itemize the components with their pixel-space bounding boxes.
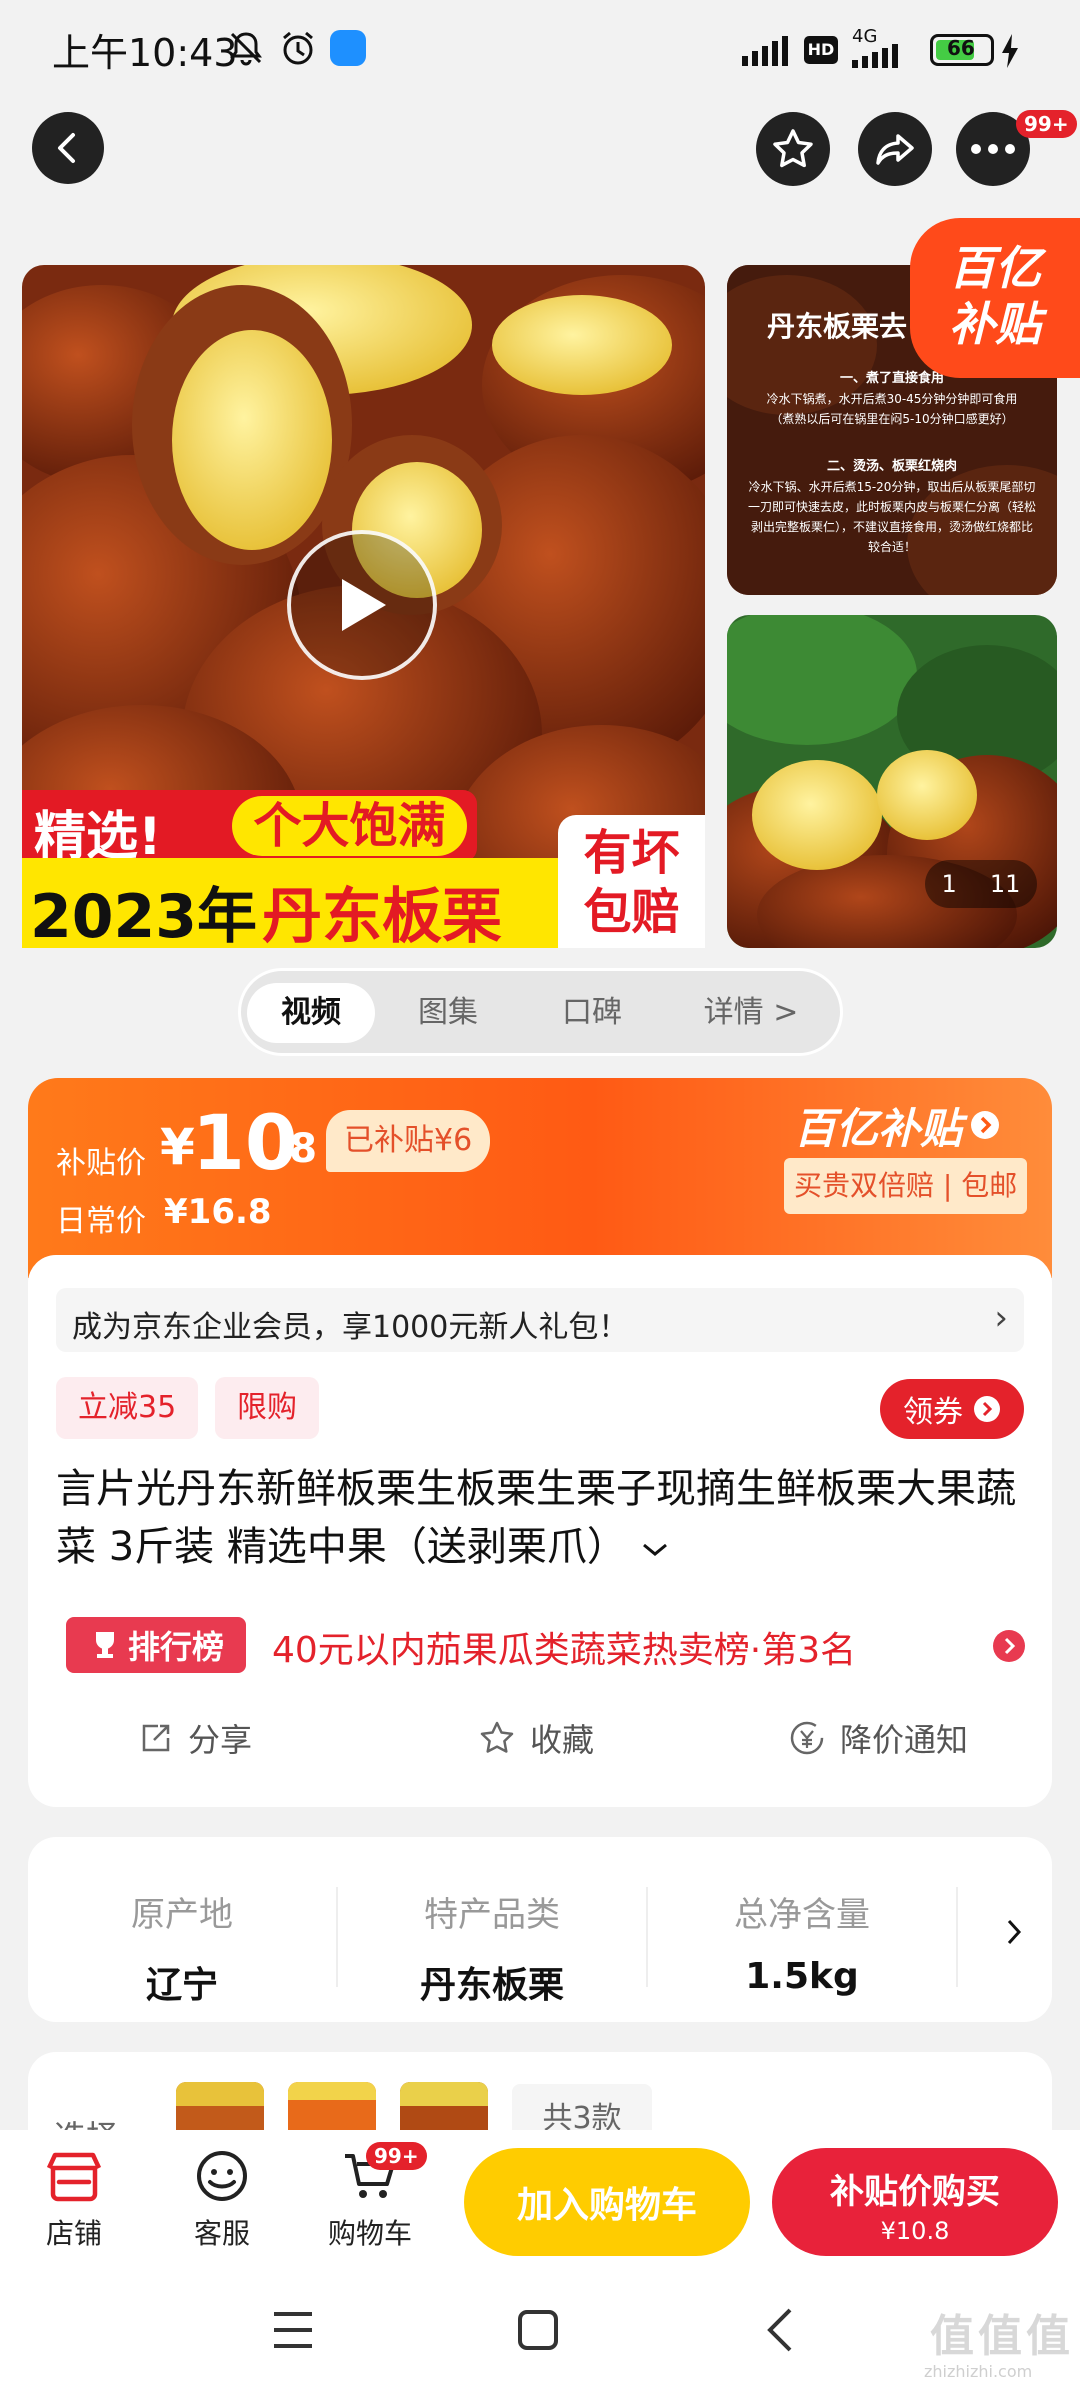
mute-bell-icon	[230, 32, 262, 66]
signal-icon	[742, 36, 788, 66]
guarantee-badge: 买贵双倍赔 | 包邮	[784, 1158, 1028, 1214]
media-tabs: 视频 图集 口碑 详情 >	[238, 968, 843, 1056]
promo-chevron-icon: ›	[994, 1298, 1008, 1338]
tab-gallery[interactable]: 图集	[393, 983, 503, 1043]
hd-badge: HD	[804, 36, 838, 64]
price-alert-action[interactable]: 降价通知	[788, 1715, 968, 1761]
promo-year-text: 2023年	[30, 882, 257, 952]
watermark-url: zhizhizhi.com	[924, 2362, 1033, 2381]
store-icon	[46, 2152, 102, 2202]
specs-chevron-icon	[1007, 1919, 1022, 1945]
product-title[interactable]: 言片光丹东新鲜板栗生板栗生栗子现摘生鲜板栗大果蔬菜 3斤装 精选中果（送剥栗爪）	[56, 1460, 1024, 1576]
enterprise-promo-text: 成为京东企业会员，享1000元新人礼包！	[72, 1310, 629, 1345]
tab-video[interactable]: 视频	[247, 983, 375, 1043]
thumb-1-heading-2: 二、烫汤、板栗红烧肉	[826, 459, 957, 474]
back-button[interactable]	[32, 112, 104, 184]
coupon-label: 领券	[903, 1395, 963, 1430]
ranking-badge: 排行榜	[66, 1617, 246, 1673]
trophy-icon	[95, 1632, 114, 1658]
status-time: 上午10:43	[52, 31, 238, 75]
spec-category: 特产品类 丹东板栗	[338, 1887, 648, 2006]
battery-icon: 66	[930, 34, 994, 66]
price-banner: 补贴价 ¥ 10 .8 已补贴¥6 日常价 ¥16.8 百亿补贴 买贵双倍赔 |…	[28, 1078, 1052, 1278]
guarantee-corner: 有坏 包赔	[558, 815, 705, 948]
chevron-right-icon	[971, 1111, 1000, 1139]
app-notification-icon	[330, 30, 366, 66]
expand-chevron-icon	[642, 1543, 667, 1556]
thumb-1-title: 丹东板栗去	[767, 310, 908, 343]
promo-band-red: 精选! 个大饱满	[22, 790, 477, 867]
menu-icon[interactable]	[272, 2310, 314, 2350]
ranking-text: 40元以内茄果瓜类蔬菜热卖榜·第3名	[272, 1630, 857, 1671]
share-icon	[876, 134, 914, 165]
spec-weight: 总净含量 1.5kg	[648, 1887, 958, 1997]
bottom-action-bar: 店铺 客服 购物车 99+ 加入购物车 补贴价购买 ¥10.8	[0, 2130, 1080, 2270]
price-alert-icon	[790, 1721, 824, 1755]
back-nav-icon[interactable]	[764, 2306, 794, 2354]
home-icon[interactable]	[516, 2308, 560, 2352]
enterprise-promo-bar[interactable]: 成为京东企业会员，享1000元新人礼包！ ›	[56, 1288, 1024, 1352]
image-counter: 1 11	[925, 860, 1037, 908]
tab-reviews[interactable]: 口碑	[537, 983, 647, 1043]
product-info-card: 成为京东企业会员，享1000元新人礼包！ › 立减35 限购 领券 言片光丹东新…	[28, 1255, 1052, 1807]
subsidy-price-label: 补贴价	[56, 1146, 146, 1181]
get-coupon-button[interactable]: 领券	[880, 1379, 1024, 1439]
ranking-row[interactable]: 排行榜 40元以内茄果瓜类蔬菜热卖榜·第3名	[66, 1613, 1026, 1677]
cart-badge: 99+	[366, 2142, 427, 2170]
promo-plump-pill: 个大饱满	[232, 796, 467, 856]
charging-icon	[1002, 34, 1018, 68]
more-dots-icon	[971, 144, 1015, 154]
share-outline-icon	[142, 1724, 170, 1752]
subsidy-brand-link[interactable]: 百亿补贴	[794, 1100, 1000, 1153]
play-icon	[342, 579, 386, 631]
star-icon	[773, 129, 813, 168]
share-action[interactable]: 分享	[138, 1715, 252, 1761]
chevron-right-circle-icon	[974, 1396, 1000, 1422]
specs-card[interactable]: 原产地 辽宁 特产品类 丹东板栗 总净含量 1.5kg	[28, 1837, 1052, 2022]
spec-origin: 原产地 辽宁	[28, 1887, 338, 2006]
price-decimal: .8	[274, 1126, 318, 1172]
more-badge: 99+	[1016, 110, 1077, 138]
thumb-1-para-2: 冷水下锅、水开后煮15-20分钟，取出后从板栗尾部切 一刀即可快速去皮，此时板栗内…	[747, 480, 1036, 554]
daily-price: ¥16.8	[164, 1192, 272, 1232]
thumb-1-para-1: 冷水下锅煮，水开后煮30-45分钟分钟即可食用 （煮熟以后可在锅里在闷5-10分钟…	[766, 392, 1018, 426]
favorite-button[interactable]	[756, 112, 830, 186]
customer-service-button[interactable]: 客服	[182, 2150, 262, 2250]
chat-face-icon	[197, 2151, 247, 2201]
discount-tag: 立减35	[56, 1377, 199, 1439]
subsidy-amount-badge: 已补贴¥6	[326, 1110, 491, 1172]
add-to-cart-button[interactable]: 加入购物车	[464, 2148, 750, 2256]
play-video-button[interactable]	[287, 530, 437, 680]
system-nav-bar: 值值值 zhizhizhi.com	[0, 2270, 1080, 2400]
status-bar: 上午10:43 HD 4G 66	[0, 0, 1080, 100]
promo-dandong-text: 丹东板栗	[262, 882, 502, 952]
daily-price-label: 日常价	[56, 1204, 146, 1239]
ranking-chevron-icon	[993, 1630, 1025, 1662]
price-currency: ¥	[160, 1118, 195, 1176]
shop-button[interactable]: 店铺	[34, 2150, 114, 2250]
signal-4g-icon	[852, 44, 898, 68]
tab-details[interactable]: 详情 >	[681, 983, 821, 1043]
watermark-logo: 值值值	[930, 2311, 1074, 2362]
alarm-icon	[283, 31, 313, 65]
favorite-action[interactable]: 收藏	[478, 1715, 594, 1761]
buy-now-button[interactable]: 补贴价购买 ¥10.8	[772, 2148, 1058, 2256]
subsidy-brand: 百亿补贴	[794, 1103, 963, 1153]
billion-subsidy-badge: 百亿 补贴	[910, 218, 1080, 378]
share-button[interactable]	[858, 112, 932, 186]
back-arrow-icon	[58, 133, 75, 163]
product-thumb-2[interactable]: 1 11	[727, 615, 1057, 948]
star-outline-icon	[480, 1721, 514, 1753]
limit-tag: 限购	[215, 1377, 319, 1439]
